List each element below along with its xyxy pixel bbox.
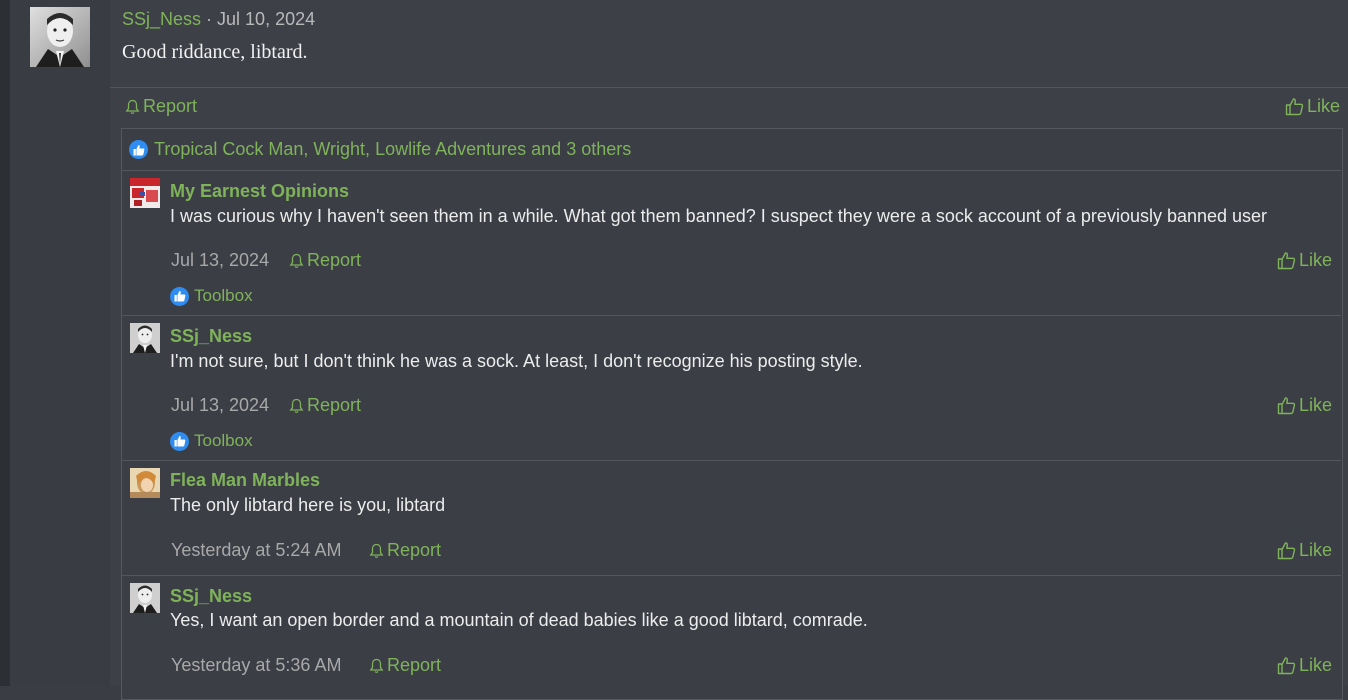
comment-like-label: Like [1299,395,1333,415]
comment-report-button[interactable]: Report [369,655,441,676]
author-avatar[interactable] [30,7,90,67]
like-reaction-icon [129,140,148,159]
comment-author-link[interactable]: SSj_Ness [170,326,252,347]
likes-summary-text: Tropical Cock Man, Wright, Lowlife Adven… [154,139,632,159]
comment-like-label: Like [1299,655,1333,675]
thumbs-up-icon [1285,98,1304,116]
user-info-column [10,0,110,686]
post-author-link[interactable]: SSj_Ness [122,9,201,29]
thumbs-up-icon [1277,542,1296,560]
comment-liker-name: Toolbox [194,431,253,450]
bell-icon [289,398,304,413]
comment-like-button[interactable]: Like [1277,395,1332,416]
likes-summary[interactable]: Tropical Cock Man, Wright, Lowlife Adven… [129,139,631,160]
comment-like-label: Like [1299,540,1333,560]
comment-author-link[interactable]: SSj_Ness [170,586,252,607]
comment-report-label: Report [307,250,362,270]
comment-report-button[interactable]: Report [289,395,361,416]
post-header: SSj_Ness · Jul 10, 2024 [122,9,315,30]
comment-divider [122,170,1341,171]
post-report-label: Report [143,96,198,116]
comment-date[interactable]: Yesterday at 5:36 AM [171,655,341,676]
comment-like-button[interactable]: Like [1277,540,1332,561]
comment-date[interactable]: Jul 13, 2024 [171,395,269,416]
thumbs-up-icon [1277,397,1296,415]
comment-text: Yes, I want an open border and a mountai… [170,610,868,630]
comment-report-label: Report [387,540,442,560]
comment-avatar[interactable] [130,323,160,353]
comment-divider [122,315,1341,316]
thumbs-up-icon [1277,252,1296,270]
comment-divider [122,575,1341,576]
comment-date[interactable]: Jul 13, 2024 [171,250,269,271]
comment-report-label: Report [387,655,442,675]
bell-icon [125,99,140,114]
comment-divider [122,460,1341,461]
comment-avatar[interactable] [130,468,160,498]
bell-icon [369,658,384,673]
post-body: Good riddance, libtard. [122,41,308,63]
comment-like-button[interactable]: Like [1277,655,1332,676]
comment-author-link[interactable]: Flea Man Marbles [170,470,320,491]
comment-report-label: Report [307,395,362,415]
comment-text: I'm not sure, but I don't think he was a… [170,351,863,371]
comment-avatar[interactable] [130,583,160,613]
thumbs-up-icon [1277,657,1296,675]
like-reaction-icon [170,286,189,306]
comment-like-label: Like [1299,250,1333,270]
post-report-button[interactable]: Report [125,96,197,117]
bell-icon [289,253,304,268]
comment-liker-name: Toolbox [194,286,253,305]
comment-text: I was curious why I haven't seen them in… [170,206,1268,226]
post-date[interactable]: Jul 10, 2024 [217,9,315,29]
comment-author-link[interactable]: My Earnest Opinions [170,181,349,202]
comment-likes-summary[interactable]: Toolbox [170,431,253,451]
comment-avatar[interactable] [130,178,160,208]
like-reaction-icon [170,431,189,451]
comment-report-button[interactable]: Report [369,540,441,561]
bell-icon [369,543,384,558]
left-edge-strip [0,0,10,686]
comment-likes-summary[interactable]: Toolbox [170,286,253,306]
post-like-label: Like [1307,96,1341,116]
post-divider [110,87,1348,88]
post-separator: · [201,9,218,29]
comment-text: The only libtard here is you, libtard [170,495,446,515]
comment-like-button[interactable]: Like [1277,250,1332,271]
comment-report-button[interactable]: Report [289,250,361,271]
post-like-button[interactable]: Like [1285,96,1340,117]
comment-date[interactable]: Yesterday at 5:24 AM [171,540,341,561]
